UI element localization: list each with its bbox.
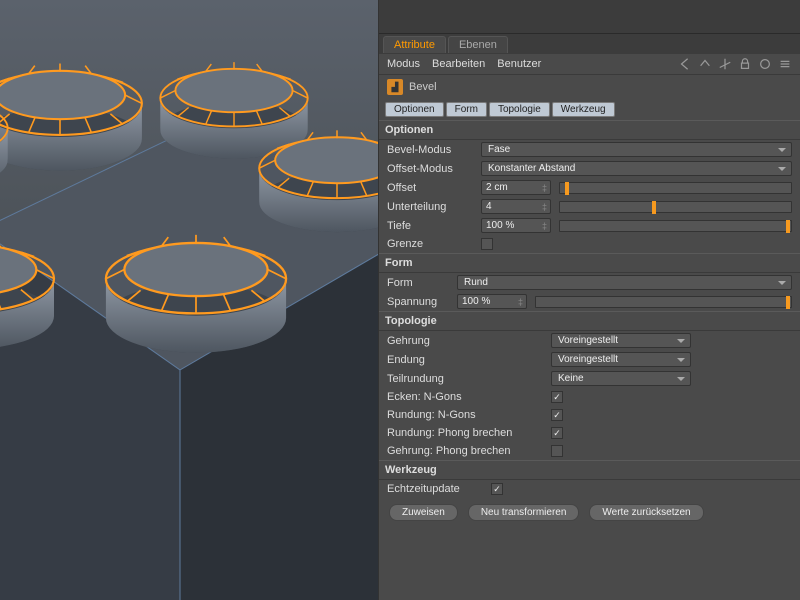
- label-teilrundung: Teilrundung: [387, 373, 547, 385]
- label-form: Form: [387, 277, 453, 289]
- attribute-manager: Attribute Ebenen Modus Bearbeiten Benutz…: [378, 0, 800, 600]
- section-topologie: Topologie: [379, 311, 800, 331]
- button-zuweisen[interactable]: Zuweisen: [389, 504, 458, 521]
- label-offset: Offset: [387, 182, 477, 194]
- dropdown-gehrung[interactable]: Voreingestellt: [551, 333, 691, 348]
- field-offset[interactable]: 2 cm: [481, 180, 551, 195]
- menu-bearbeiten[interactable]: Bearbeiten: [432, 58, 485, 70]
- label-endung: Endung: [387, 354, 547, 366]
- panel-tabs: Attribute Ebenen: [379, 34, 800, 54]
- dropdown-form[interactable]: Rund: [457, 275, 792, 290]
- menu-modus[interactable]: Modus: [387, 58, 420, 70]
- slider-spannung[interactable]: [535, 296, 792, 308]
- label-offset-modus: Offset-Modus: [387, 163, 477, 175]
- label-grenze: Grenze: [387, 238, 477, 250]
- dropdown-endung[interactable]: Voreingestellt: [551, 352, 691, 367]
- menu-benutzer[interactable]: Benutzer: [497, 58, 541, 70]
- slider-unterteilung[interactable]: [559, 201, 792, 213]
- label-bevel-modus: Bevel-Modus: [387, 144, 477, 156]
- tool-header: ▟ Bevel: [379, 75, 800, 99]
- label-unterteilung: Unterteilung: [387, 201, 477, 213]
- label-gehrung-phong: Gehrung: Phong brechen: [387, 445, 547, 457]
- label-rundung-phong: Rundung: Phong brechen: [387, 427, 547, 439]
- section-optionen: Optionen: [379, 120, 800, 140]
- button-neu-transformieren[interactable]: Neu transformieren: [468, 504, 580, 521]
- button-werte-zuruecksetzen[interactable]: Werte zurücksetzen: [589, 504, 703, 521]
- panel-header-gap: [379, 0, 800, 34]
- label-ecken-ngons: Ecken: N-Gons: [387, 391, 547, 403]
- slider-offset[interactable]: [559, 182, 792, 194]
- label-tiefe: Tiefe: [387, 220, 477, 232]
- checkbox-gehrung-phong[interactable]: [551, 445, 563, 457]
- subtab-werkzeug[interactable]: Werkzeug: [552, 102, 615, 117]
- checkbox-grenze[interactable]: [481, 238, 493, 250]
- checkbox-ecken-ngons[interactable]: ✓: [551, 391, 563, 403]
- dropdown-offset-modus[interactable]: Konstanter Abstand: [481, 161, 792, 176]
- axis-icon[interactable]: [718, 57, 732, 71]
- label-spannung: Spannung: [387, 296, 453, 308]
- nav-back-icon[interactable]: [678, 57, 692, 71]
- field-tiefe[interactable]: 100 %: [481, 218, 551, 233]
- nav-up-icon[interactable]: [698, 57, 712, 71]
- tool-name: Bevel: [409, 81, 437, 93]
- label-echtzeit: Echtzeitupdate: [387, 483, 487, 495]
- label-rundung-ngons: Rundung: N-Gons: [387, 409, 547, 421]
- menu-icon[interactable]: [778, 57, 792, 71]
- label-gehrung: Gehrung: [387, 335, 547, 347]
- slider-tiefe[interactable]: [559, 220, 792, 232]
- dropdown-teilrundung[interactable]: Keine: [551, 371, 691, 386]
- attribute-subtabs: Optionen Form Topologie Werkzeug: [379, 99, 800, 120]
- subtab-optionen[interactable]: Optionen: [385, 102, 444, 117]
- 3d-viewport[interactable]: [0, 0, 378, 600]
- checkbox-rundung-phong[interactable]: ✓: [551, 427, 563, 439]
- section-werkzeug: Werkzeug: [379, 460, 800, 480]
- section-form: Form: [379, 253, 800, 273]
- checkbox-rundung-ngons[interactable]: ✓: [551, 409, 563, 421]
- attribute-menubar: Modus Bearbeiten Benutzer: [379, 54, 800, 75]
- tab-ebenen[interactable]: Ebenen: [448, 36, 508, 53]
- bevel-tool-icon: ▟: [387, 79, 403, 95]
- dropdown-bevel-modus[interactable]: Fase: [481, 142, 792, 157]
- lock-icon[interactable]: [738, 57, 752, 71]
- target-icon[interactable]: [758, 57, 772, 71]
- checkbox-echtzeit[interactable]: ✓: [491, 483, 503, 495]
- field-unterteilung[interactable]: 4: [481, 199, 551, 214]
- tab-attribute[interactable]: Attribute: [383, 36, 446, 53]
- subtab-topologie[interactable]: Topologie: [489, 102, 550, 117]
- subtab-form[interactable]: Form: [446, 102, 487, 117]
- field-spannung[interactable]: 100 %: [457, 294, 527, 309]
